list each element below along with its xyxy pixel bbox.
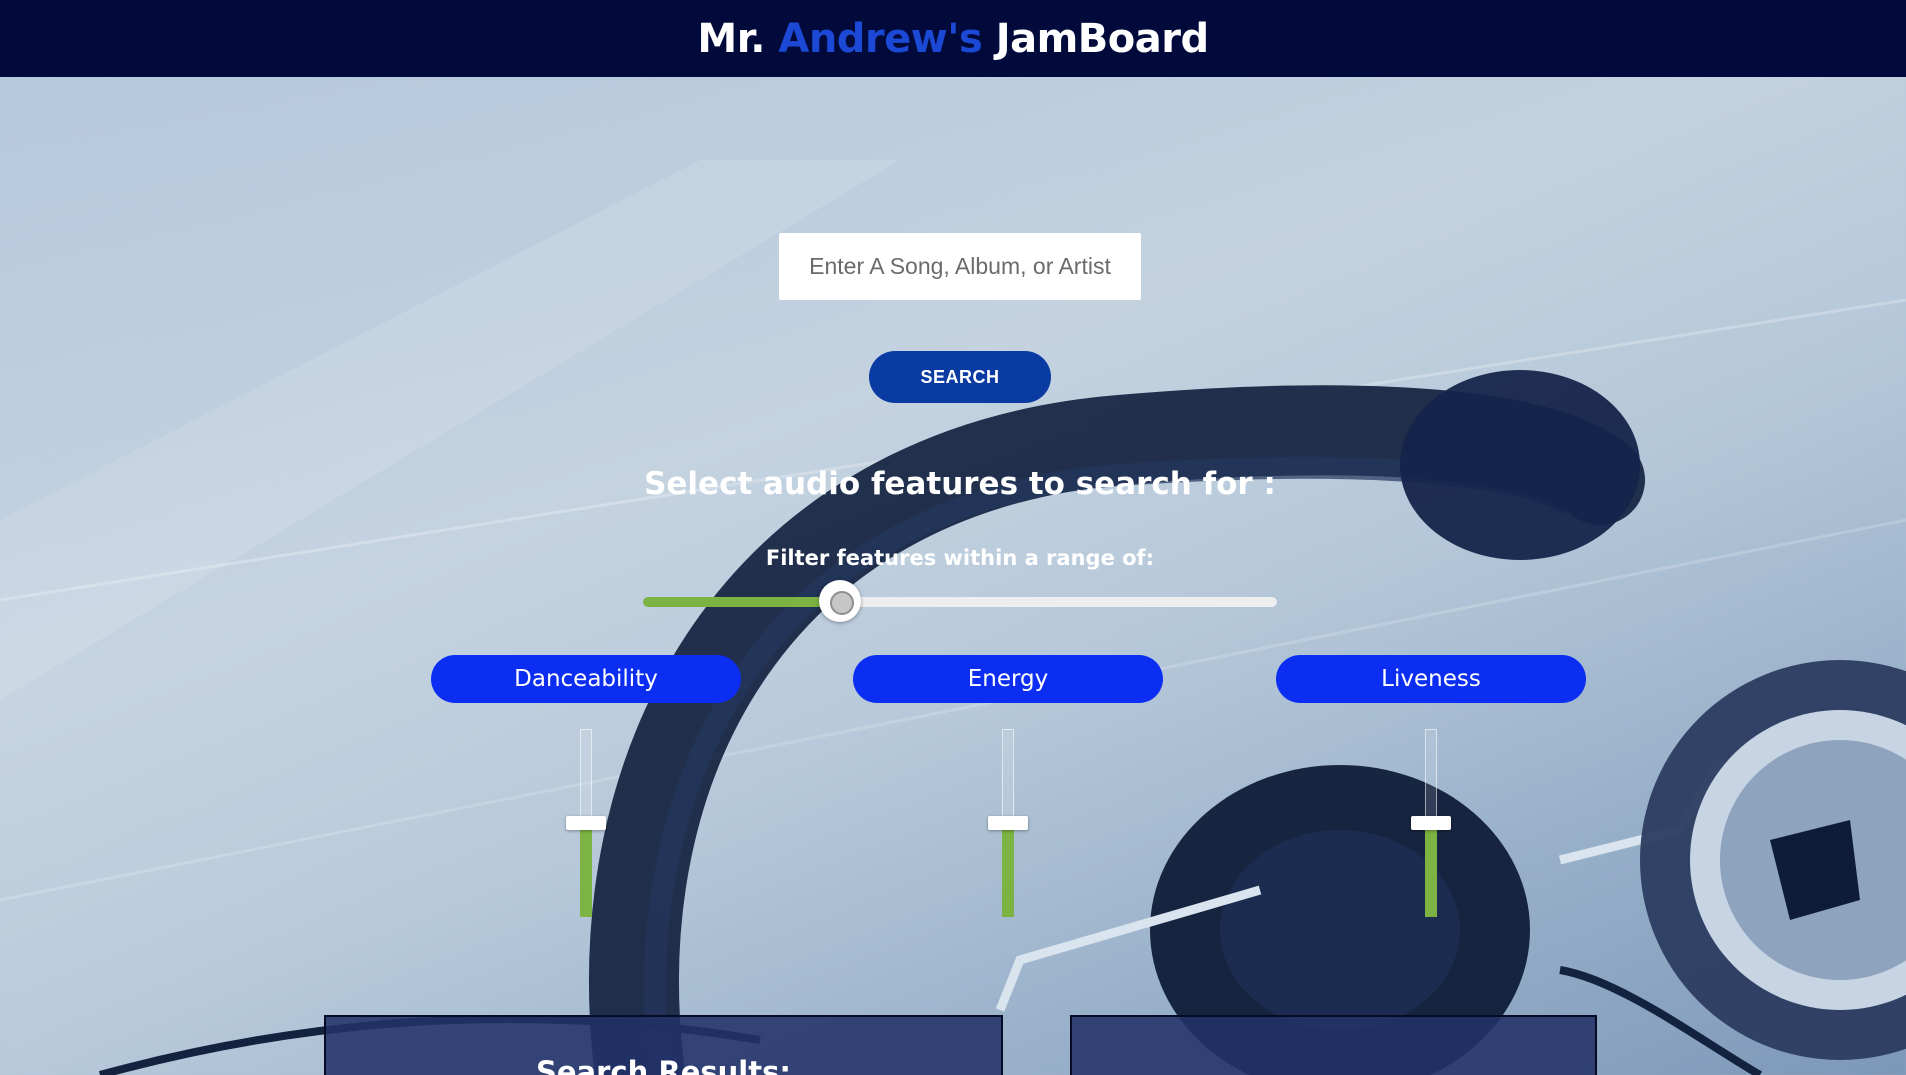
slider-fill: [1425, 823, 1437, 917]
slider-handle[interactable]: [988, 816, 1028, 830]
danceability-button[interactable]: Danceability: [431, 655, 741, 703]
brand-logo[interactable]: Mr. Andrew's JamBoard: [697, 15, 1209, 62]
search-input[interactable]: [779, 233, 1141, 300]
liveness-slider[interactable]: [1411, 729, 1451, 917]
slider-fill: [580, 823, 592, 917]
brand-accent: Andrew's: [778, 15, 983, 62]
search-results-panel: Search Results:: [324, 1015, 1003, 1075]
danceability-slider[interactable]: [566, 729, 606, 917]
range-slider-fill: [643, 597, 840, 607]
search-button[interactable]: SEARCH: [869, 351, 1051, 403]
energy-slider[interactable]: [988, 729, 1028, 917]
slider-handle[interactable]: [566, 816, 606, 830]
features-heading: Select audio features to search for :: [644, 466, 1276, 502]
range-label: Filter features within a range of:: [765, 546, 1155, 570]
navbar: Mr. Andrew's JamBoard: [0, 0, 1906, 77]
energy-button[interactable]: Energy: [853, 655, 1163, 703]
slider-fill: [1002, 823, 1014, 917]
headphones-background-image: [0, 77, 1906, 1075]
brand-suffix: JamBoard: [995, 15, 1209, 62]
liveness-button[interactable]: Liveness: [1276, 655, 1586, 703]
brand-prefix: Mr.: [697, 15, 765, 62]
range-slider-thumb[interactable]: [818, 580, 861, 622]
slider-handle[interactable]: [1411, 816, 1451, 830]
search-results-title: Search Results:: [536, 1055, 791, 1075]
side-results-panel: [1070, 1015, 1597, 1075]
